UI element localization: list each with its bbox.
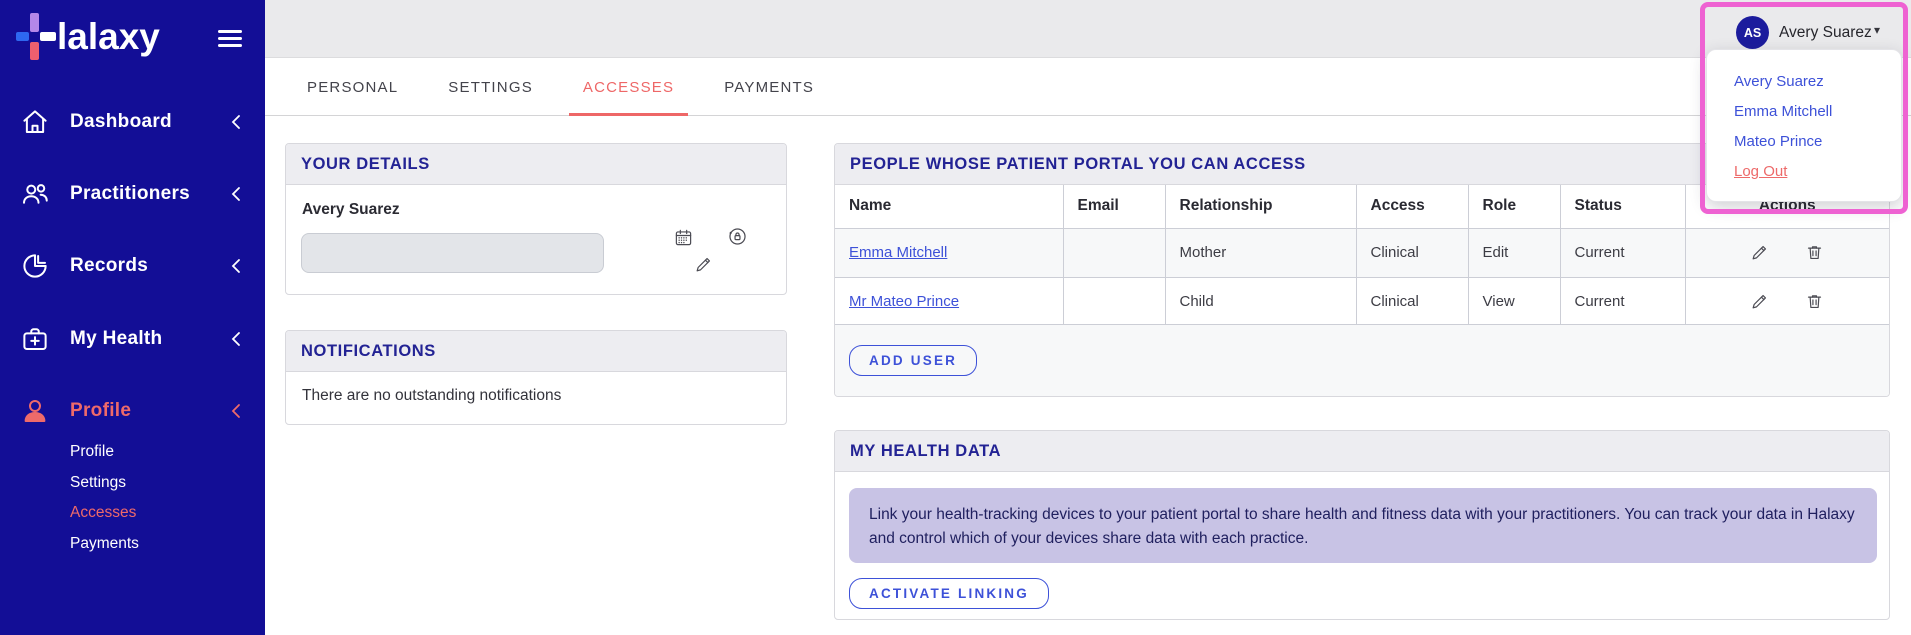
sidebar-item-practitioners[interactable]: Practitioners bbox=[0, 172, 265, 216]
your-details-title: YOUR DETAILS bbox=[286, 144, 786, 185]
sidebar-subitem-accesses[interactable]: Accesses bbox=[70, 499, 136, 527]
cell-access: Clinical bbox=[1356, 228, 1469, 277]
records-icon bbox=[20, 251, 50, 281]
add-user-button[interactable]: ADD USER bbox=[849, 345, 978, 376]
chevron-down-icon[interactable]: ▾ bbox=[1874, 23, 1880, 37]
reset-password-icon[interactable] bbox=[727, 226, 748, 247]
notifications-title: NOTIFICATIONS bbox=[286, 331, 786, 372]
sidebar-item-my-health[interactable]: My Health bbox=[0, 317, 265, 361]
delete-trash-icon[interactable] bbox=[1805, 243, 1824, 262]
table-row: Emma Mitchell Mother Clinical Edit Curre… bbox=[835, 228, 1889, 277]
cell-access: Clinical bbox=[1356, 277, 1469, 326]
top-bar bbox=[265, 0, 1911, 58]
sidebar-item-label: Dashboard bbox=[70, 111, 172, 132]
sidebar-subitem-label: Accesses bbox=[70, 504, 137, 521]
cell-email bbox=[1063, 277, 1166, 326]
calendar-icon[interactable] bbox=[674, 228, 693, 247]
col-header-relationship: Relationship bbox=[1165, 185, 1357, 228]
edit-pencil-icon[interactable] bbox=[1750, 243, 1769, 262]
sidebar-subitem-label: Settings bbox=[70, 474, 127, 491]
health-data-info-box: Link your health-tracking devices to you… bbox=[849, 488, 1877, 563]
details-input[interactable] bbox=[301, 233, 604, 273]
hamburger-menu-icon[interactable] bbox=[218, 30, 242, 51]
cell-status: Current bbox=[1560, 228, 1686, 277]
tab-bar: PERSONAL SETTINGS ACCESSES PAYMENTS bbox=[265, 59, 1911, 116]
sidebar-item-label: Practitioners bbox=[70, 183, 191, 204]
tab-settings[interactable]: SETTINGS bbox=[434, 59, 547, 116]
sidebar-subitem-payments[interactable]: Payments bbox=[70, 530, 139, 558]
col-header-access: Access bbox=[1356, 185, 1469, 228]
practitioners-icon bbox=[20, 179, 50, 209]
col-header-status: Status bbox=[1560, 185, 1686, 228]
patient-link-mateo-prince[interactable]: Mr Mateo Prince bbox=[849, 293, 959, 310]
chevron-left-icon[interactable] bbox=[231, 331, 241, 347]
log-out-link[interactable]: Log Out bbox=[1707, 157, 1901, 187]
table-row: Mr Mateo Prince Child Clinical View Curr… bbox=[835, 277, 1889, 326]
sidebar: lalaxy Dashboard Practitioners Records M… bbox=[0, 0, 265, 635]
dropdown-item-emma-mitchell[interactable]: Emma Mitchell bbox=[1707, 97, 1901, 127]
sidebar-subitem-profile[interactable]: Profile bbox=[70, 438, 114, 466]
chevron-left-icon[interactable] bbox=[231, 114, 241, 130]
col-header-role: Role bbox=[1468, 185, 1561, 228]
col-header-email: Email bbox=[1063, 185, 1166, 228]
cell-role: View bbox=[1468, 277, 1561, 326]
chevron-left-icon[interactable] bbox=[231, 258, 241, 274]
tab-payments[interactable]: PAYMENTS bbox=[710, 59, 828, 116]
sidebar-subitem-settings[interactable]: Settings bbox=[70, 469, 126, 497]
dropdown-item-avery-suarez[interactable]: Avery Suarez bbox=[1707, 67, 1901, 97]
home-icon bbox=[20, 107, 50, 137]
patient-link-emma-mitchell[interactable]: Emma Mitchell bbox=[849, 244, 947, 261]
sidebar-subitem-label: Payments bbox=[70, 535, 139, 552]
my-health-data-title: MY HEALTH DATA bbox=[835, 431, 1889, 472]
halaxy-logo[interactable]: lalaxy bbox=[16, 13, 160, 60]
edit-pencil-icon[interactable] bbox=[694, 255, 713, 274]
cell-relationship: Mother bbox=[1165, 228, 1357, 277]
my-health-data-card: MY HEALTH DATA Link your health-tracking… bbox=[834, 430, 1890, 620]
activate-linking-button[interactable]: ACTIVATE LINKING bbox=[849, 578, 1049, 609]
user-full-name: Avery Suarez bbox=[302, 201, 400, 218]
my-health-icon bbox=[20, 324, 50, 354]
halaxy-logo-icon bbox=[16, 13, 56, 60]
notifications-card: NOTIFICATIONS There are no outstanding n… bbox=[285, 330, 787, 425]
user-dropdown: Avery Suarez Emma Mitchell Mateo Prince … bbox=[1706, 49, 1902, 202]
cell-role: Edit bbox=[1468, 228, 1561, 277]
chevron-left-icon[interactable] bbox=[231, 186, 241, 202]
tab-personal[interactable]: PERSONAL bbox=[293, 59, 412, 116]
sidebar-item-label: My Health bbox=[70, 328, 163, 349]
edit-pencil-icon[interactable] bbox=[1750, 292, 1769, 311]
sidebar-item-label: Profile bbox=[70, 400, 132, 421]
chevron-left-icon[interactable] bbox=[231, 403, 241, 419]
sidebar-item-dashboard[interactable]: Dashboard bbox=[0, 100, 265, 144]
portal-card-footer: ADD USER bbox=[835, 324, 1889, 396]
sidebar-item-records[interactable]: Records bbox=[0, 244, 265, 288]
profile-icon bbox=[20, 396, 50, 426]
halaxy-wordmark: lalaxy bbox=[57, 16, 160, 57]
dropdown-item-mateo-prince[interactable]: Mateo Prince bbox=[1707, 127, 1901, 157]
delete-trash-icon[interactable] bbox=[1805, 292, 1824, 311]
cell-status: Current bbox=[1560, 277, 1686, 326]
notifications-message: There are no outstanding notifications bbox=[302, 387, 562, 404]
cell-email bbox=[1063, 228, 1166, 277]
cell-relationship: Child bbox=[1165, 277, 1357, 326]
sidebar-subitem-label: Profile bbox=[70, 443, 114, 460]
tab-accesses[interactable]: ACCESSES bbox=[568, 59, 689, 116]
col-header-name: Name bbox=[835, 185, 1064, 228]
sidebar-item-profile[interactable]: Profile bbox=[0, 389, 265, 433]
your-details-card: YOUR DETAILS Avery Suarez bbox=[285, 143, 787, 295]
portal-access-table: Name Email Relationship Access Role Stat… bbox=[835, 185, 1889, 326]
avatar[interactable]: AS bbox=[1736, 16, 1769, 49]
sidebar-item-label: Records bbox=[70, 255, 149, 276]
user-menu-name[interactable]: Avery Suarez bbox=[1779, 24, 1872, 42]
